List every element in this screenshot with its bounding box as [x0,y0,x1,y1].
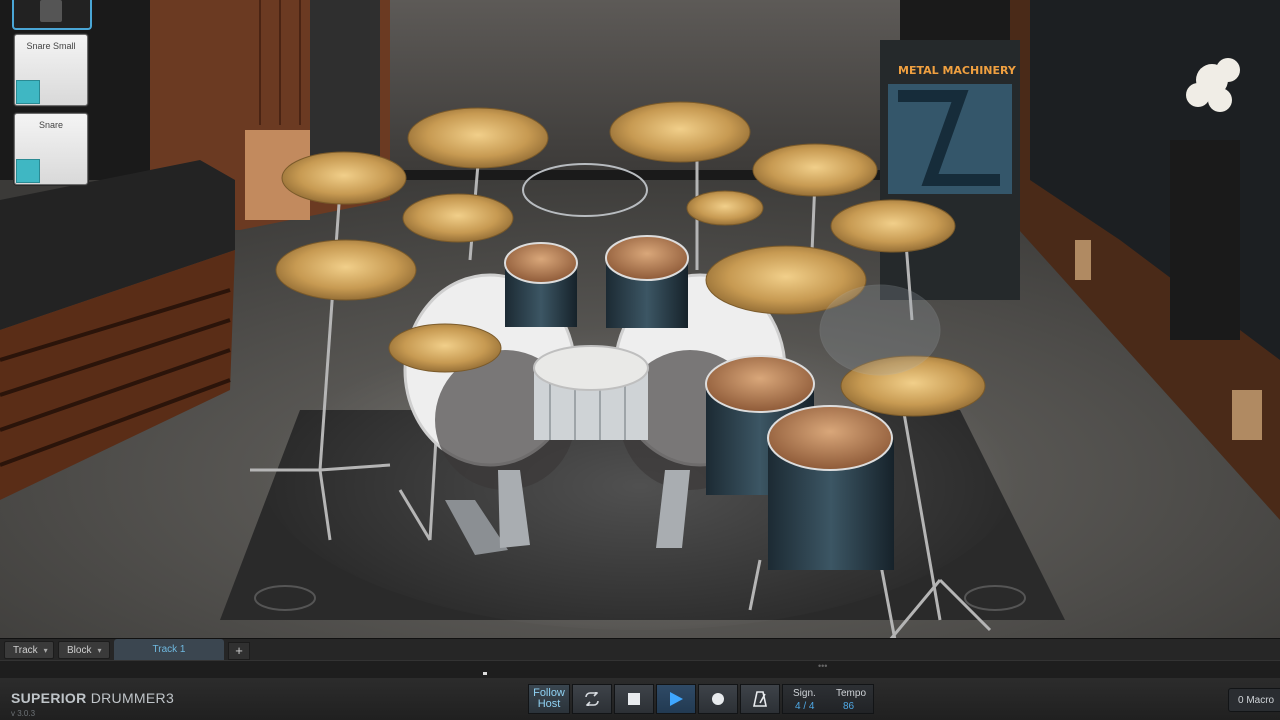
loop-icon [585,692,599,706]
signature-label: Sign. [793,688,816,699]
stop-icon [628,693,640,705]
pad-label: Snare Small [26,41,76,51]
brand-drummer: DRUMMER [90,690,166,706]
block-menu-button[interactable]: Block ▾ [58,641,110,659]
playhead-marker[interactable] [483,672,487,675]
loop-button[interactable] [572,684,612,714]
track-menu-button[interactable]: Track ▾ [4,641,54,659]
play-button[interactable] [656,684,696,714]
tempo-label: Tempo [836,688,867,699]
signature-value[interactable]: 4 / 4 [795,701,814,712]
pad-thumbnail-icon [40,0,62,22]
tab-track-1[interactable]: Track 1 [114,639,224,661]
record-icon [712,693,724,705]
block-menu-label: Block [67,645,92,656]
chevron-down-icon: ▾ [97,646,102,655]
banner-title: METAL MACHINERY [898,64,1017,77]
drum-kit-view: METAL MACHINERY [0,0,1280,638]
instrument-pad-selected[interactable] [12,0,92,30]
instrument-pad-snare-small[interactable]: Snare Small [14,34,88,106]
brand-number: 3 [165,690,175,706]
track-bar: Track ▾ Block ▾ Track 1 + [0,638,1280,661]
pad-color-swatch [16,159,40,183]
play-icon [670,692,683,706]
follow-host-button[interactable]: Follow Host [528,684,570,714]
signature-tempo-display[interactable]: Sign. 4 / 4 Tempo 86 [782,684,874,714]
pad-label: Snare [38,120,64,130]
song-timeline[interactable]: ••• [0,660,1280,679]
brand-superior: SUPERIOR [11,690,87,706]
pad-color-swatch [16,80,40,104]
tempo-value[interactable]: 86 [843,701,854,712]
transport-controls: Follow Host Sign. 4 / 4 Tempo 86 [528,684,874,714]
metronome-icon [753,691,767,707]
stop-button[interactable] [614,684,654,714]
metronome-button[interactable] [740,684,780,714]
transport-bar: SUPERIOR DRUMMER3 v 3.0.3 Follow Host Si… [0,678,1280,720]
add-track-button[interactable]: + [228,642,250,660]
resize-grip-icon[interactable]: ••• [818,661,827,671]
app-logo: SUPERIOR DRUMMER3 [11,690,174,706]
track-menu-label: Track [13,645,38,656]
version-label: v 3.0.3 [11,709,36,718]
record-button[interactable] [698,684,738,714]
macro-button[interactable]: 0 Macro [1228,688,1280,712]
instrument-pad-snare[interactable]: Snare [14,113,88,185]
chevron-down-icon: ▾ [43,646,48,655]
follow-host-line2: Host [537,698,561,710]
